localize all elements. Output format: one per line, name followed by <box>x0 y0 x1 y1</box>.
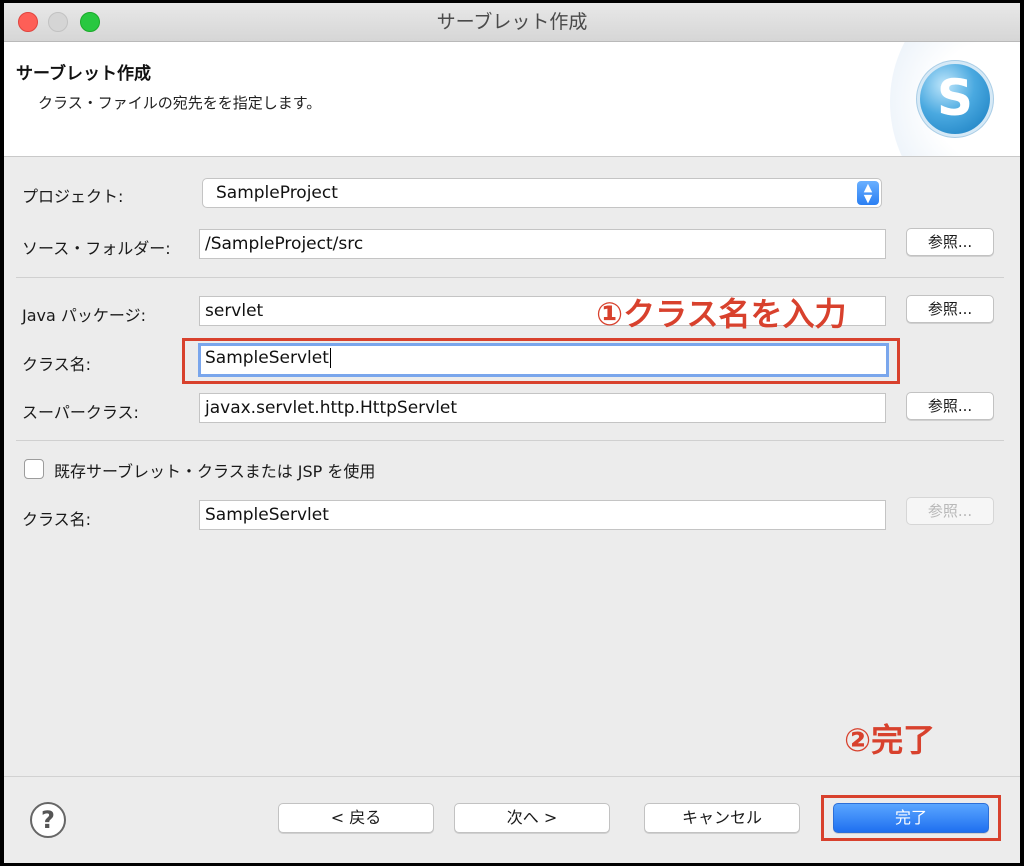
updown-arrows-icon: ▲ ▼ <box>857 181 879 205</box>
source-folder-input[interactable]: /SampleProject/src <box>199 229 886 259</box>
java-package-browse-button[interactable]: 参照... <box>906 295 994 323</box>
help-icon[interactable]: ? <box>30 802 66 838</box>
step1-annotation: ①クラス名を入力 <box>596 295 847 333</box>
separator <box>16 277 1004 278</box>
wizard-banner: S <box>890 42 1020 156</box>
class-name-highlight <box>182 338 900 384</box>
wizard-header: サーブレット作成 クラス・ファイルの宛先をを指定します。 S <box>4 42 1020 157</box>
existing-class-label: クラス名: <box>22 510 92 529</box>
finish-highlight <box>821 795 1001 841</box>
window-title: サーブレット作成 <box>436 11 588 33</box>
footer-separator <box>4 776 1020 777</box>
header-title: サーブレット作成 <box>16 64 151 84</box>
title-bar: サーブレット作成 <box>4 3 1020 42</box>
java-package-label: Java パッケージ: <box>22 306 146 325</box>
servlet-logo-icon: S <box>920 64 990 134</box>
superclass-input[interactable]: javax.servlet.http.HttpServlet <box>199 393 886 423</box>
back-button[interactable]: < 戻る <box>278 803 434 833</box>
separator <box>16 440 1004 441</box>
project-label: プロジェクト: <box>22 187 124 206</box>
step2-annotation: ②完了 <box>844 721 936 759</box>
project-select-value: SampleProject <box>216 183 338 203</box>
next-button[interactable]: 次へ > <box>454 803 610 833</box>
source-folder-label: ソース・フォルダー: <box>22 239 171 258</box>
superclass-browse-button[interactable]: 参照... <box>906 392 994 420</box>
existing-class-browse-button: 参照... <box>906 497 994 525</box>
servlet-wizard-window: サーブレット作成 サーブレット作成 クラス・ファイルの宛先をを指定します。 S … <box>4 3 1020 863</box>
source-folder-browse-button[interactable]: 参照... <box>906 228 994 256</box>
class-name-label: クラス名: <box>22 355 92 374</box>
cancel-button[interactable]: キャンセル <box>644 803 800 833</box>
header-description: クラス・ファイルの宛先をを指定します。 <box>38 94 322 112</box>
use-existing-checkbox[interactable] <box>24 459 44 479</box>
use-existing-label: 既存サーブレット・クラスまたは JSP を使用 <box>54 462 376 481</box>
existing-class-input[interactable]: SampleServlet <box>199 500 886 530</box>
project-select[interactable]: SampleProject ▲ ▼ <box>202 178 882 208</box>
superclass-label: スーパークラス: <box>22 403 139 422</box>
